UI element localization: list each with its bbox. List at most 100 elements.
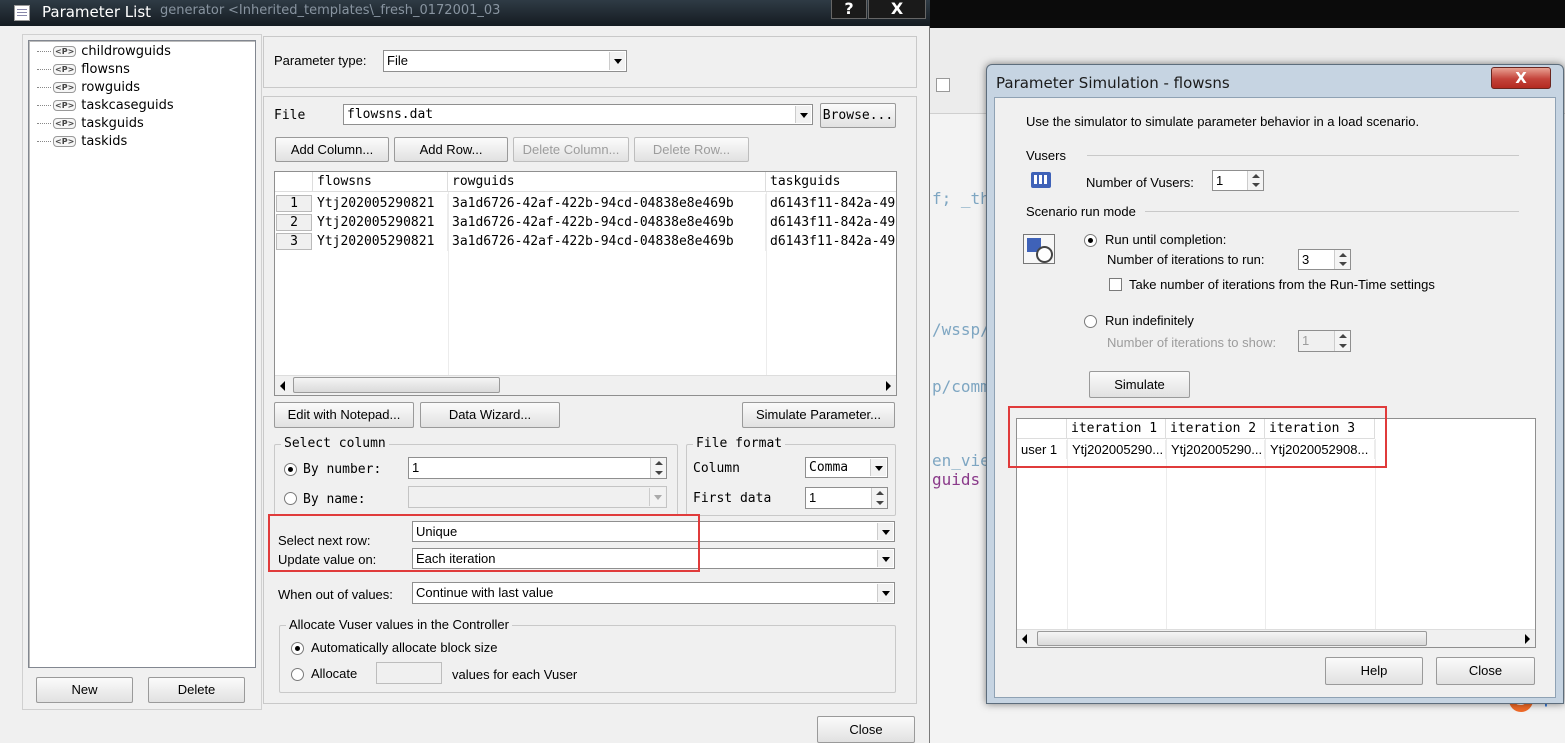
allocate-count-input[interactable]	[376, 662, 442, 684]
browse-button[interactable]: Browse...	[820, 103, 896, 128]
scroll-thumb[interactable]	[293, 377, 500, 393]
simulation-titlebar: Parameter Simulation - flowsns X	[987, 65, 1563, 97]
grid-row-number[interactable]: 1	[276, 195, 312, 212]
grid-cell[interactable]: Ytj202005290821	[315, 213, 448, 232]
close-button[interactable]: Close	[1436, 657, 1535, 685]
faded-title-text: <Inherited_templates\_fresh_0172001_03	[228, 3, 501, 18]
grid-horizontal-scrollbar[interactable]	[275, 375, 896, 395]
scenario-clock-icon	[1023, 234, 1055, 264]
update-value-on-label: Update value on:	[278, 552, 377, 567]
first-data-spinner[interactable]: 1	[805, 487, 888, 509]
parameter-type-select[interactable]: File	[383, 50, 627, 72]
spinner-arrows-icon[interactable]	[1334, 250, 1350, 269]
num-vusers-spinner[interactable]: 1	[1212, 170, 1264, 191]
run-indefinitely-label: Run indefinitely	[1105, 313, 1194, 328]
tree-item-childrowguids[interactable]: <P> childrowguids	[37, 44, 171, 62]
close-button[interactable]: Close	[817, 716, 915, 743]
column-delimiter-select[interactable]: Comma	[805, 457, 888, 478]
add-column-button[interactable]: Add Column...	[275, 137, 389, 162]
column-name-select[interactable]	[408, 486, 667, 508]
help-title-button[interactable]: ?	[831, 0, 867, 19]
spinner-arrows-icon[interactable]	[1334, 331, 1350, 351]
tree-item-taskids[interactable]: <P> taskids	[37, 134, 127, 152]
update-value-on-select[interactable]: Each iteration	[412, 548, 895, 569]
window-title: Parameter List	[42, 3, 152, 21]
tree-item-rowguids[interactable]: <P> rowguids	[37, 80, 140, 98]
grid-cell[interactable]: 3a1d6726-42af-422b-94cd-04838e8e469b	[450, 213, 766, 232]
results-column-header[interactable]: iteration 3	[1265, 419, 1375, 439]
by-name-radio[interactable]	[284, 492, 297, 505]
grid-column-header[interactable]: rowguids	[448, 172, 766, 192]
parameter-list-window: Parameter List generator <Inherited_temp…	[0, 0, 930, 743]
simulate-button[interactable]: Simulate	[1089, 371, 1190, 398]
results-header-corner	[1017, 419, 1067, 439]
iterations-show-spinner[interactable]: 1	[1298, 330, 1351, 352]
help-button[interactable]: Help	[1325, 657, 1423, 685]
allocate-group: Allocate Vuser values in the Controller	[279, 617, 896, 693]
vusers-separator	[1087, 155, 1519, 156]
list-window-icon	[14, 5, 30, 21]
scroll-thumb[interactable]	[1037, 631, 1427, 646]
edit-with-notepad-button[interactable]: Edit with Notepad...	[274, 402, 414, 428]
scroll-right-icon[interactable]	[879, 376, 896, 395]
spinner-arrows-icon[interactable]	[650, 458, 666, 478]
auto-allocate-radio[interactable]	[291, 642, 304, 655]
code-fragment: guids	[932, 470, 981, 489]
grid-cell[interactable]: d6143f11-842a-49	[768, 194, 896, 213]
scroll-left-icon[interactable]	[275, 376, 292, 395]
parameter-tree[interactable]: <P> childrowguids <P> flowsns <P> rowguids …	[28, 40, 256, 668]
close-title-button[interactable]: X	[868, 0, 926, 19]
simulation-results-grid[interactable]: iteration 1 iteration 2 iteration 3 user…	[1016, 418, 1536, 648]
results-cell[interactable]: Ytj2020052908...	[1268, 440, 1375, 459]
grid-row-number[interactable]: 3	[276, 233, 312, 250]
delete-button[interactable]: Delete	[148, 677, 245, 703]
take-from-runtime-checkbox[interactable]	[1109, 278, 1122, 291]
grid-cell[interactable]: Ytj202005290821	[315, 194, 448, 213]
parameter-data-grid[interactable]: flowsns rowguids taskguids 1 Ytj20200529…	[274, 171, 897, 396]
close-icon[interactable]: X	[1491, 67, 1551, 89]
results-row-label[interactable]: user 1	[1019, 440, 1067, 459]
iterations-show-label: Number of iterations to show:	[1107, 335, 1277, 350]
tree-item-taskguids[interactable]: <P> taskguids	[37, 116, 144, 134]
spinner-arrows-icon[interactable]	[871, 488, 887, 508]
delete-column-button[interactable]: Delete Column...	[513, 137, 629, 162]
grid-cell[interactable]: 3a1d6726-42af-422b-94cd-04838e8e469b	[450, 194, 766, 213]
chevron-down-icon	[649, 488, 665, 506]
scroll-left-icon[interactable]	[1017, 630, 1034, 647]
tree-item-label: flowsns	[81, 62, 130, 77]
new-button[interactable]: New	[36, 677, 133, 703]
out-of-values-select[interactable]: Continue with last value	[412, 582, 895, 604]
column-number-spinner[interactable]: 1	[408, 457, 667, 479]
spinner-arrows-icon[interactable]	[1247, 171, 1263, 190]
by-number-radio[interactable]	[284, 463, 297, 476]
results-horizontal-scrollbar[interactable]	[1017, 629, 1535, 647]
run-until-completion-radio[interactable]	[1084, 234, 1097, 247]
data-wizard-button[interactable]: Data Wizard...	[420, 402, 560, 428]
results-cell[interactable]: Ytj202005290...	[1070, 440, 1166, 459]
run-indefinitely-radio[interactable]	[1084, 315, 1097, 328]
background-titlebar	[930, 0, 1565, 28]
grid-cell[interactable]: d6143f11-842a-49	[768, 213, 896, 232]
results-cell[interactable]: Ytj202005290...	[1169, 440, 1265, 459]
grid-column-header[interactable]: flowsns	[313, 172, 448, 192]
tree-item-flowsns[interactable]: <P> flowsns	[37, 62, 130, 80]
chevron-down-icon	[870, 459, 886, 476]
iterations-spinner[interactable]: 3	[1298, 249, 1351, 270]
grid-column-header[interactable]: taskguids	[766, 172, 896, 192]
delete-row-button[interactable]: Delete Row...	[634, 137, 749, 162]
tree-item-label: taskids	[81, 134, 128, 149]
allocate-title: Allocate Vuser values in the Controller	[286, 617, 512, 632]
manual-allocate-radio[interactable]	[291, 668, 304, 681]
file-select[interactable]: flowsns.dat	[343, 104, 813, 125]
grid-cell[interactable]: Ytj202005290821	[315, 232, 448, 251]
results-column-header[interactable]: iteration 2	[1166, 419, 1265, 439]
simulate-parameter-button[interactable]: Simulate Parameter...	[742, 402, 895, 428]
scroll-right-icon[interactable]	[1518, 630, 1535, 647]
grid-row-number[interactable]: 2	[276, 214, 312, 231]
results-column-header[interactable]: iteration 1	[1067, 419, 1166, 439]
grid-cell[interactable]: 3a1d6726-42af-422b-94cd-04838e8e469b	[450, 232, 766, 251]
tree-item-taskcaseguids[interactable]: <P> taskcaseguids	[37, 98, 174, 116]
add-row-button[interactable]: Add Row...	[394, 137, 508, 162]
grid-cell[interactable]: d6143f11-842a-49	[768, 232, 896, 251]
select-next-row-select[interactable]: Unique	[412, 521, 895, 542]
